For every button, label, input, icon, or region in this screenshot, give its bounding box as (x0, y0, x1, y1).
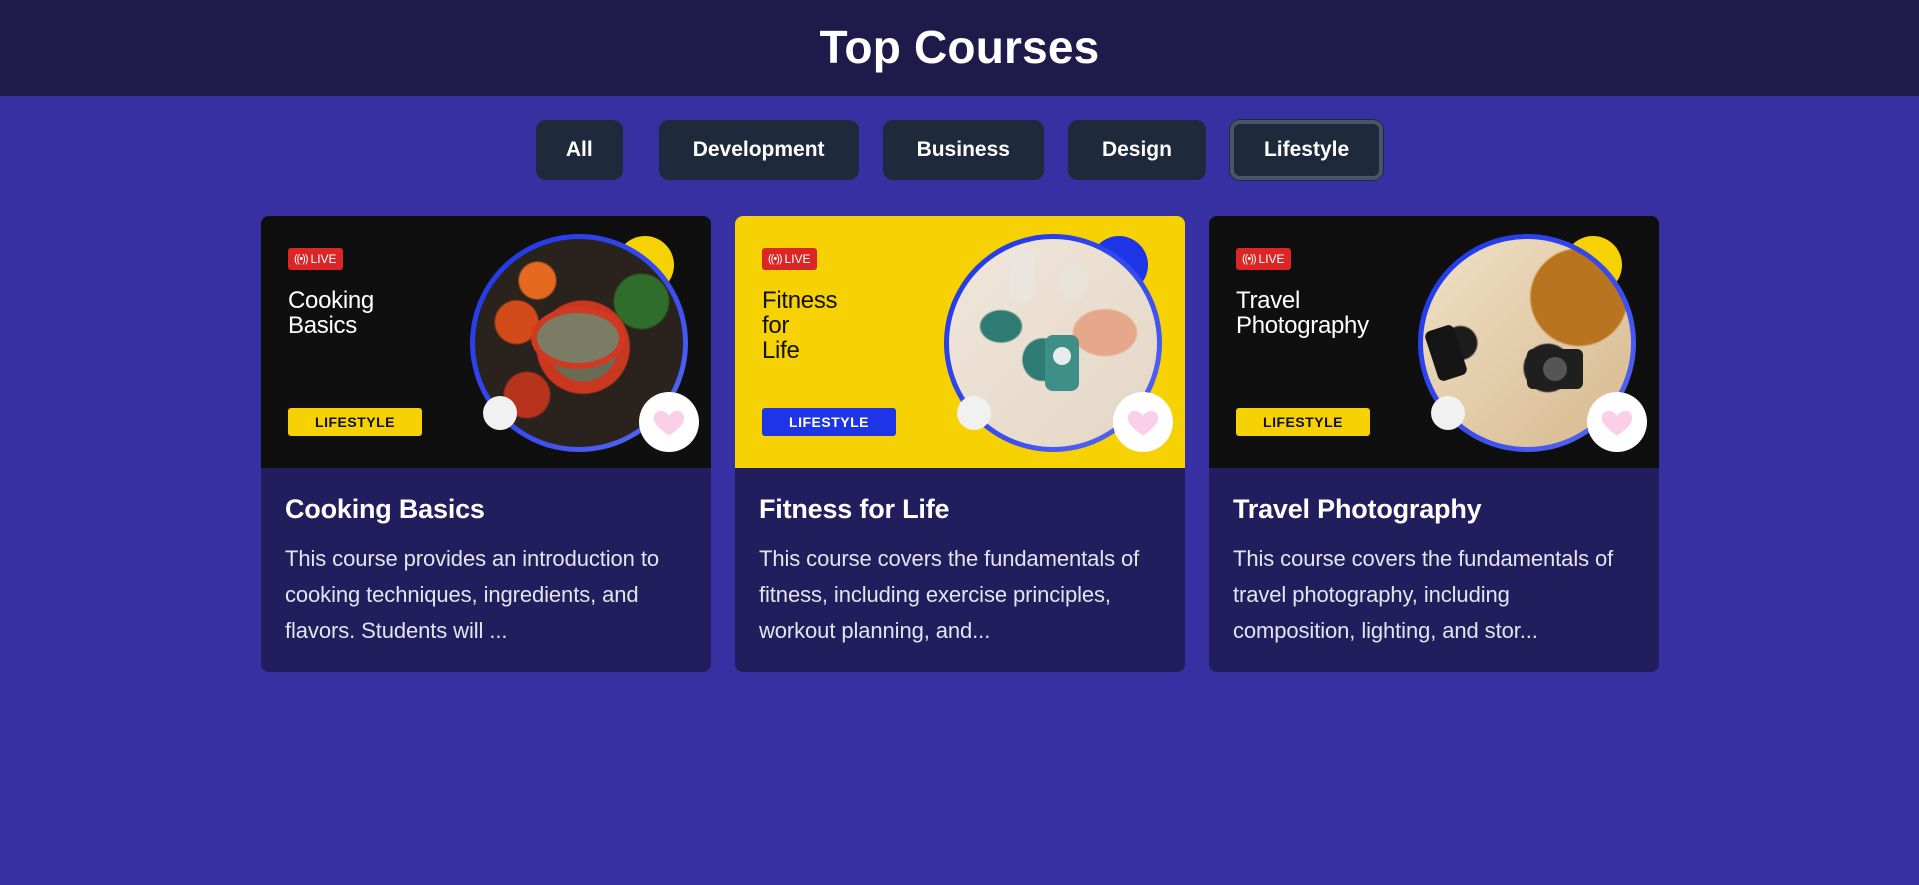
banner-title: Cooking Basics (288, 287, 374, 339)
course-description: This course covers the fundamentals of f… (759, 546, 1140, 643)
filter-design-button[interactable]: Design (1067, 120, 1206, 180)
course-title: Cooking Basics (285, 494, 485, 524)
decorative-dot (957, 396, 991, 430)
decorative-dot (1431, 396, 1465, 430)
course-banner: ((•)) LIVE Cooking Basics LIFESTYLE (261, 216, 711, 468)
filter-all-button[interactable]: All (535, 120, 623, 180)
course-banner: ((•)) LIVE Fitness for Life LIFESTYLE (735, 216, 1185, 468)
course-card-cooking-basics[interactable]: ((•)) LIVE Cooking Basics LIFESTYLE Cook… (261, 216, 711, 672)
filter-development-button[interactable]: Development (658, 120, 859, 180)
broadcast-icon: ((•)) (294, 253, 308, 265)
course-card-travel-photography[interactable]: ((•)) LIVE Travel Photography LIFESTYLE … (1209, 216, 1659, 672)
heart-icon (1127, 410, 1159, 436)
course-title: Fitness for Life (759, 494, 950, 524)
favorite-button[interactable] (1587, 392, 1647, 452)
filter-lifestyle-button[interactable]: Lifestyle (1229, 120, 1384, 180)
broadcast-icon: ((•)) (1242, 253, 1256, 265)
category-tag: LIFESTYLE (1236, 408, 1370, 436)
page-header: Top Courses (0, 0, 1919, 96)
live-label: LIVE (784, 252, 811, 266)
favorite-button[interactable] (639, 392, 699, 452)
live-badge: ((•)) LIVE (762, 248, 817, 270)
heart-icon (653, 410, 685, 436)
course-card-body: Fitness for Life This course covers the … (735, 468, 1185, 649)
category-tag: LIFESTYLE (288, 408, 422, 436)
filter-business-button[interactable]: Business (882, 120, 1044, 180)
live-label: LIVE (1258, 252, 1285, 266)
course-card-fitness-for-life[interactable]: ((•)) LIVE Fitness for Life LIFESTYLE Fi… (735, 216, 1185, 672)
course-title: Travel Photography (1233, 494, 1482, 524)
course-card-body: Travel Photography This course covers th… (1209, 468, 1659, 649)
category-tag: LIFESTYLE (762, 408, 896, 436)
course-banner: ((•)) LIVE Travel Photography LIFESTYLE (1209, 216, 1659, 468)
broadcast-icon: ((•)) (768, 253, 782, 265)
banner-title: Fitness for Life (762, 287, 838, 364)
decorative-dot (483, 396, 517, 430)
category-filters: All Development Business Design Lifestyl… (0, 120, 1919, 180)
page-title: Top Courses (819, 21, 1100, 73)
course-description: This course provides an introduction to … (285, 546, 659, 643)
course-description: This course covers the fundamentals of t… (1233, 546, 1614, 643)
favorite-button[interactable] (1113, 392, 1173, 452)
live-badge: ((•)) LIVE (1236, 248, 1291, 270)
live-label: LIVE (310, 252, 337, 266)
live-badge: ((•)) LIVE (288, 248, 343, 270)
banner-title: Travel Photography (1236, 287, 1369, 339)
heart-icon (1601, 410, 1633, 436)
course-grid: ((•)) LIVE Cooking Basics LIFESTYLE Cook… (261, 216, 1659, 672)
course-card-body: Cooking Basics This course provides an i… (261, 468, 711, 649)
